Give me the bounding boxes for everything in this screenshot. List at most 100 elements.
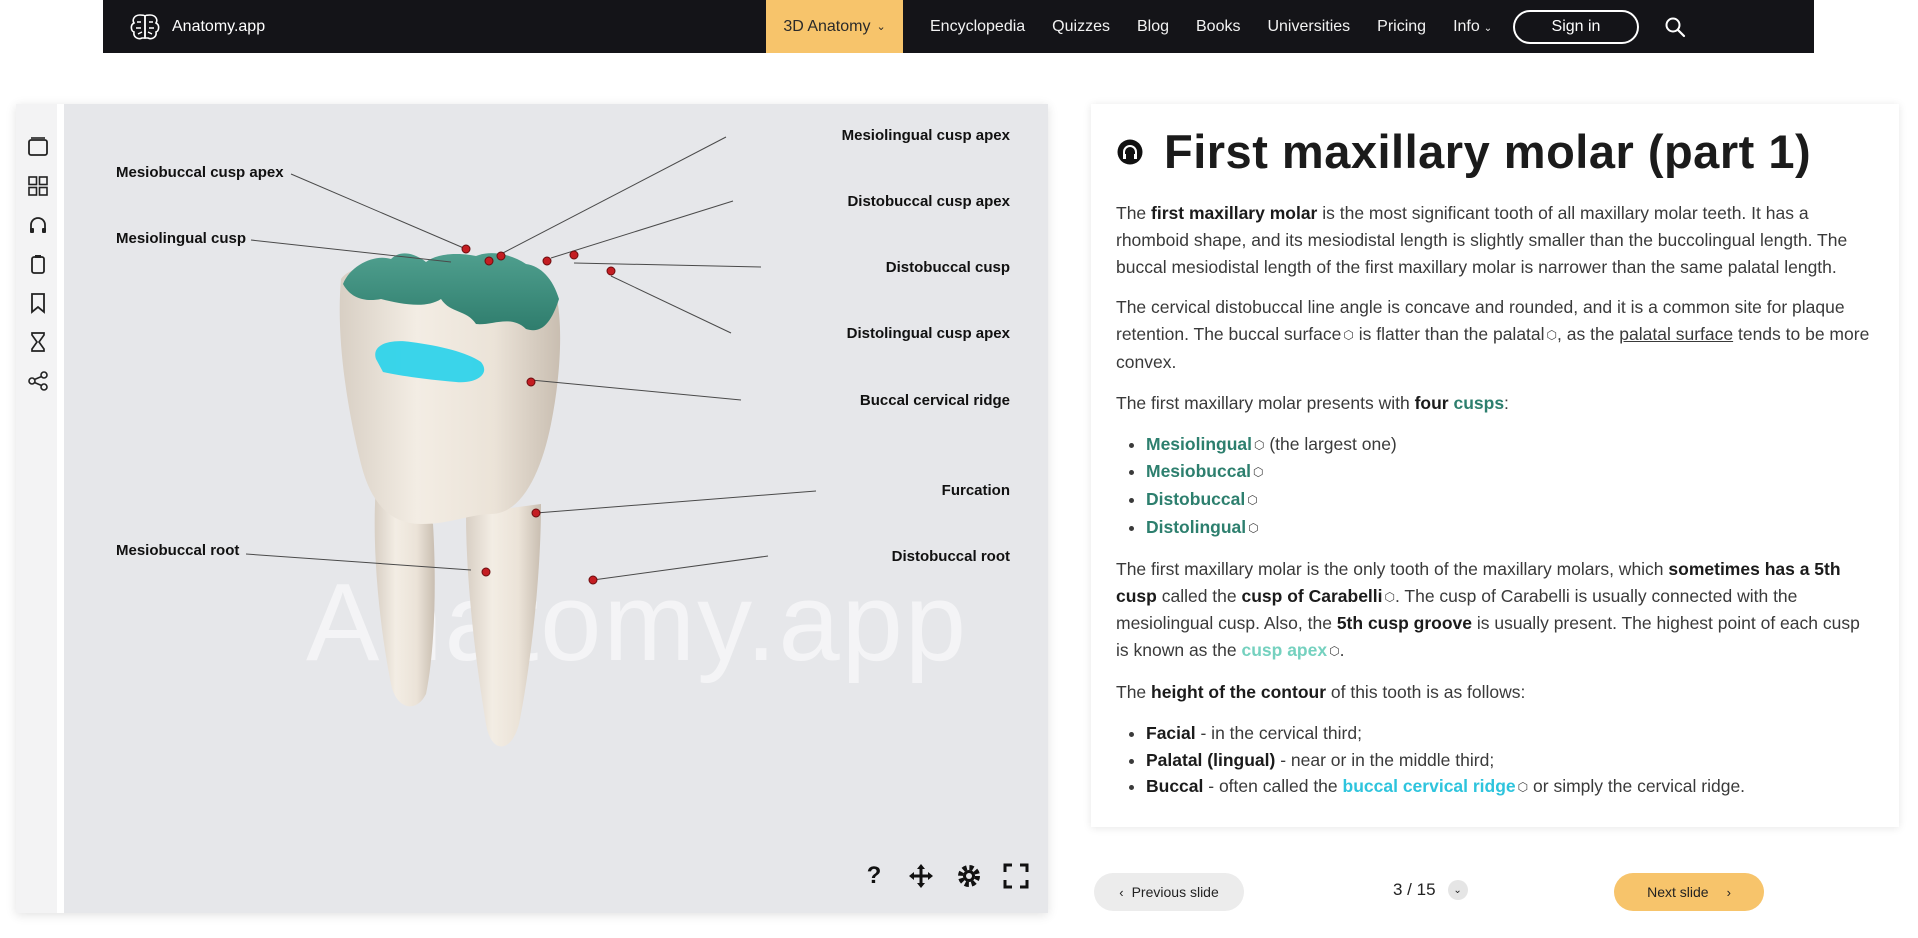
text: or simply the cervical ridge. [1528,776,1746,797]
headphones-icon[interactable] [27,214,49,236]
text: (the largest one) [1264,433,1397,454]
text: is flatter than the palatal [1353,324,1545,345]
chevron-down-icon: ⌄ [876,21,886,33]
cube-icon[interactable]: ⬡ [1329,638,1339,665]
label-distolingual-cusp-apex[interactable]: Distolingual cusp apex [847,325,1010,342]
title-row: First maxillary molar (part 1) [1116,124,1811,179]
nav-3d-anatomy[interactable]: 3D Anatomy ⌄ [766,0,903,53]
sign-in-button[interactable]: Sign in [1513,10,1639,44]
brain-icon [130,13,160,39]
help-icon[interactable]: ? [860,862,888,890]
slides-icon[interactable] [27,136,49,158]
list-item: Facial - in the cervical third; [1146,720,1876,747]
clipboard-icon[interactable] [27,253,49,275]
label-buccal-cervical-ridge[interactable]: Buccal cervical ridge [860,392,1010,409]
cube-icon[interactable]: ⬡ [1547,322,1557,349]
next-slide-label: Next slide [1647,884,1709,900]
paragraph-carabelli: The first maxillary molar is the only to… [1116,556,1876,665]
nav-info[interactable]: Info ⌄ [1453,18,1492,36]
cube-icon[interactable]: ⬡ [1343,322,1353,349]
chevron-down-icon[interactable]: ⌄ [1447,880,1468,900]
cube-icon[interactable]: ⬡ [1248,515,1258,542]
list-item: Buccal - often called the buccal cervica… [1146,773,1876,801]
text: of this tooth is as follows: [1326,681,1526,702]
nav-encyclopedia[interactable]: Encyclopedia [930,18,1025,36]
move-icon[interactable] [907,862,935,890]
previous-slide-label: Previous slide [1131,884,1219,900]
brand-logo[interactable]: Anatomy.app [128,10,265,44]
page-title: First maxillary molar (part 1) [1164,125,1812,178]
share-icon[interactable] [27,370,49,392]
paragraph-intro: The first maxillary molar is the most si… [1116,200,1876,280]
slide-pager[interactable]: 3 / 15 ⌄ [1393,880,1468,900]
text-bold: Buccal [1146,776,1204,797]
text-bold: height of the contour [1151,681,1327,702]
cusp-link-mesiobuccal[interactable]: Mesiobuccal [1146,461,1251,481]
settings-icon[interactable] [955,862,983,890]
text-bold: Facial [1146,722,1196,743]
cusp-list: Mesiolingual⬡ (the largest one) Mesiobuc… [1146,431,1876,542]
article-body: The first maxillary molar is the most si… [1116,200,1876,815]
text: , as the [1557,324,1620,345]
cusp-apex-link[interactable]: cusp apex [1241,640,1327,660]
next-slide-button[interactable]: Next slide › [1614,873,1764,911]
text: - in the cervical third; [1195,722,1362,743]
text-bold: 5th cusp groove [1336,613,1472,634]
text: The first maxillary molar presents with [1116,392,1415,413]
palatal-surface-link[interactable]: palatal surface [1619,324,1733,344]
text: - often called the [1203,776,1343,797]
buccal-cervical-ridge-link[interactable]: buccal cervical ridge [1343,776,1516,796]
label-mesiolingual-cusp[interactable]: Mesiolingual cusp [116,230,246,247]
cube-icon[interactable]: ⬡ [1254,432,1264,459]
nav-blog[interactable]: Blog [1137,18,1169,36]
paragraph-surfaces: The cervical distobuccal line angle is c… [1116,294,1876,375]
nav-books[interactable]: Books [1196,18,1240,36]
nav-links: Encyclopedia Quizzes Blog Books Universi… [930,0,1519,53]
grid-icon[interactable] [27,175,49,197]
hourglass-icon[interactable] [27,331,49,353]
text-bold: first maxillary molar [1151,203,1318,223]
cube-icon[interactable]: ⬡ [1247,487,1257,514]
viewer-canvas[interactable]: Anatomy.app Mesiobuccal cusp apex Mesiol… [71,104,1048,913]
tooth-model[interactable] [71,104,1048,913]
cusp-link-distolingual[interactable]: Distolingual [1146,517,1246,537]
search-icon[interactable] [1664,16,1686,38]
label-mesiobuccal-root[interactable]: Mesiobuccal root [116,542,239,559]
previous-slide-button[interactable]: ‹ Previous slide [1094,873,1244,911]
text-bold: four [1414,392,1449,413]
label-distobuccal-cusp[interactable]: Distobuccal cusp [886,259,1010,276]
cusps-link[interactable]: cusps [1453,393,1504,413]
fullscreen-icon[interactable] [1002,862,1030,890]
list-item: Mesiolingual⬡ (the largest one) [1146,431,1876,459]
text: : [1504,392,1509,413]
nav-universities[interactable]: Universities [1267,18,1350,36]
label-mesiolingual-cusp-apex[interactable]: Mesiolingual cusp apex [842,127,1010,144]
paragraph-contour: The height of the contour of this tooth … [1116,679,1876,706]
text: - near or in the middle third; [1275,749,1495,770]
text: The first maxillary molar is the only to… [1116,558,1669,579]
text-bold: Palatal (lingual) [1146,749,1276,770]
text-bold: cusp of Carabelli [1241,585,1383,606]
label-furcation[interactable]: Furcation [942,482,1010,499]
text: The [1116,681,1152,702]
contour-list: Facial - in the cervical third; Palatal … [1146,720,1876,801]
label-distobuccal-root[interactable]: Distobuccal root [892,548,1010,565]
article-panel: First maxillary molar (part 1) The first… [1091,104,1899,827]
chevron-right-icon: › [1726,884,1731,900]
cube-icon[interactable]: ⬡ [1385,584,1395,611]
nav-pricing[interactable]: Pricing [1377,18,1426,36]
cube-icon[interactable]: ⬡ [1253,459,1263,486]
list-item: Distobuccal⬡ [1146,486,1876,514]
brand-name: Anatomy.app [172,17,266,35]
label-distobuccal-cusp-apex[interactable]: Distobuccal cusp apex [847,193,1010,210]
paragraph-cusps: The first maxillary molar presents with … [1116,390,1876,417]
cusp-link-mesiolingual[interactable]: Mesiolingual [1146,434,1252,454]
label-mesiobuccal-cusp-apex[interactable]: Mesiobuccal cusp apex [116,164,284,181]
nav-quizzes[interactable]: Quizzes [1052,18,1110,36]
text: . [1339,640,1345,661]
audio-icon[interactable] [1116,138,1144,166]
cusp-link-distobuccal[interactable]: Distobuccal [1146,489,1245,509]
bookmark-icon[interactable] [27,292,49,314]
3d-viewer[interactable]: Anatomy.app Mesiobuccal cusp apex Mesiol… [16,104,1048,913]
cube-icon[interactable]: ⬡ [1518,774,1528,801]
